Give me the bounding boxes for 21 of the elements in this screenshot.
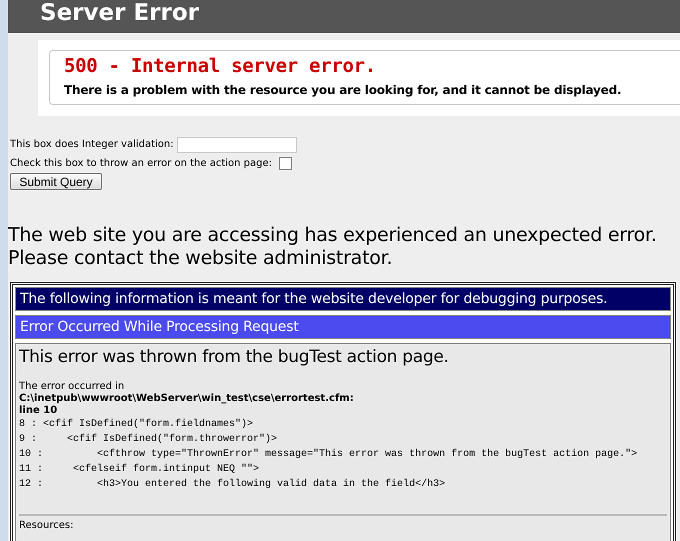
- code-line: 10 : <cfthrow type="ThrownError" message="This error was thrown from the bugTest action page.">: [19, 448, 638, 462]
- checkbox[interactable]: [279, 157, 292, 170]
- developer-banner: The following information is meant for the website developer for debugging purposes.: [15, 287, 671, 311]
- resources-label: Resources:: [19, 520, 74, 532]
- error-title-bar: Error Occurred While Processing Request: [15, 315, 671, 339]
- checkbox-label: Check this box to throw an error on the action page:: [10, 158, 272, 169]
- page-title: Server Error: [40, 0, 199, 26]
- code-line: 11 : <cfelseif form.intinput NEQ "">: [19, 462, 260, 477]
- integer-field[interactable]: [176, 136, 297, 152]
- error-heading: 500 - Internal server error.: [64, 54, 376, 79]
- submit-button[interactable]: Submit Query: [10, 173, 102, 190]
- line-number: line 10: [19, 405, 58, 417]
- file-path: C:\inetpub\wwwroot\WebServer\win_test\cse\errortest.cfm:: [19, 393, 354, 405]
- field-label: This box does Integer validation:: [10, 139, 174, 150]
- error-notice: The web site you are accessing has experienced an unexpected error. Please contact the website administrator.: [8, 224, 657, 270]
- error-description: This error was thrown from the bugTest action page.: [19, 347, 449, 367]
- error-message: There is a problem with the resource you are looking for, and it cannot be displayed.: [64, 83, 622, 97]
- code-line: 9 : <cfif IsDefined("form.throwerror")>: [19, 432, 278, 447]
- error-location-label: The error occurred in: [19, 381, 124, 393]
- code-line: 8 : <cfif IsDefined("form.fieldnames")>: [19, 418, 254, 432]
- code-line: 12 : <h3>You entered the following valid data in the field</h3>: [19, 478, 446, 492]
